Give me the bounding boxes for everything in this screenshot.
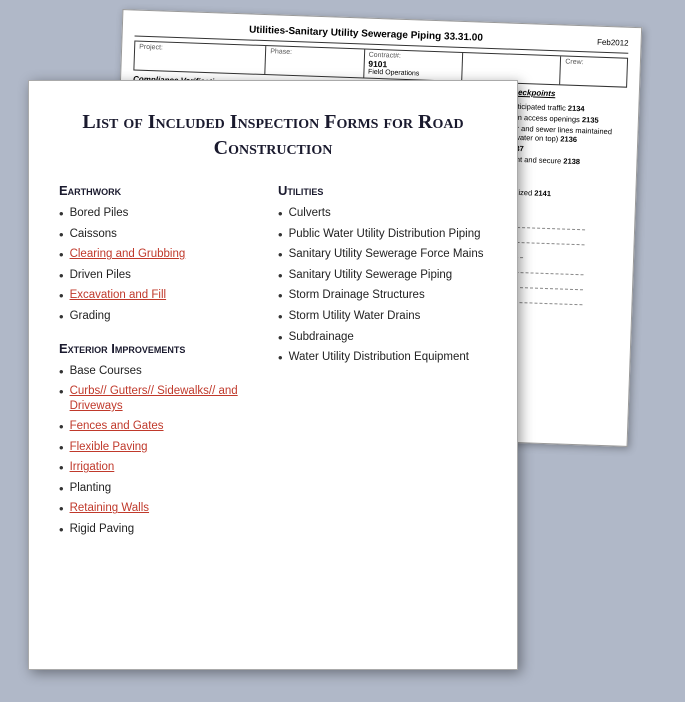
list-item: Grading bbox=[59, 309, 268, 325]
list-item: Sanitary Utility Sewerage Piping bbox=[278, 268, 487, 284]
crew-label: Crew: bbox=[565, 59, 623, 68]
main-doc-columns: Earthwork Bored Piles Caissons Clearing … bbox=[59, 183, 487, 543]
exterior-list: Base Courses Curbs// Gutters// Sidewalks… bbox=[59, 364, 268, 538]
exterior-title: Exterior Improvements bbox=[59, 341, 268, 356]
list-item: Retaining Walls bbox=[59, 501, 268, 517]
list-item: Water Utility Distribution Equipment bbox=[278, 350, 487, 366]
left-column: Earthwork Bored Piles Caissons Clearing … bbox=[59, 183, 268, 543]
phase-label: Phase: bbox=[270, 48, 360, 58]
list-item: Base Courses bbox=[59, 364, 268, 380]
list-item: Curbs// Gutters// Sidewalks// and Drivew… bbox=[59, 384, 268, 414]
list-item: Bored Piles bbox=[59, 206, 268, 222]
list-item: Irrigation bbox=[59, 460, 268, 476]
list-item: Storm Utility Water Drains bbox=[278, 309, 487, 325]
list-item: Storm Drainage Structures bbox=[278, 288, 487, 304]
main-doc-title: List of Included Inspection Forms for Ro… bbox=[59, 109, 487, 161]
earthwork-title: Earthwork bbox=[59, 183, 268, 198]
list-item: Clearing and Grubbing bbox=[59, 247, 268, 263]
list-item: Flexible Paving bbox=[59, 440, 268, 456]
list-item: Public Water Utility Distribution Piping bbox=[278, 227, 487, 243]
list-item: Planting bbox=[59, 481, 268, 497]
list-item: Rigid Paving bbox=[59, 522, 268, 538]
list-item: Subdrainage bbox=[278, 330, 487, 346]
list-item: Sanitary Utility Sewerage Force Mains bbox=[278, 247, 487, 263]
utilities-list: Culverts Public Water Utility Distributi… bbox=[278, 206, 487, 366]
earthwork-list: Bored Piles Caissons Clearing and Grubbi… bbox=[59, 206, 268, 325]
main-document: List of Included Inspection Forms for Ro… bbox=[28, 80, 518, 670]
right-column: Utilities Culverts Public Water Utility … bbox=[278, 183, 487, 543]
list-item: Culverts bbox=[278, 206, 487, 222]
list-item: Driven Piles bbox=[59, 268, 268, 284]
project-label: Project: bbox=[139, 44, 261, 55]
list-item: Excavation and Fill bbox=[59, 288, 268, 304]
utilities-title: Utilities bbox=[278, 183, 487, 198]
list-item: Fences and Gates bbox=[59, 419, 268, 435]
list-item: Caissons bbox=[59, 227, 268, 243]
bg-form-date: Feb2012 bbox=[597, 38, 629, 48]
